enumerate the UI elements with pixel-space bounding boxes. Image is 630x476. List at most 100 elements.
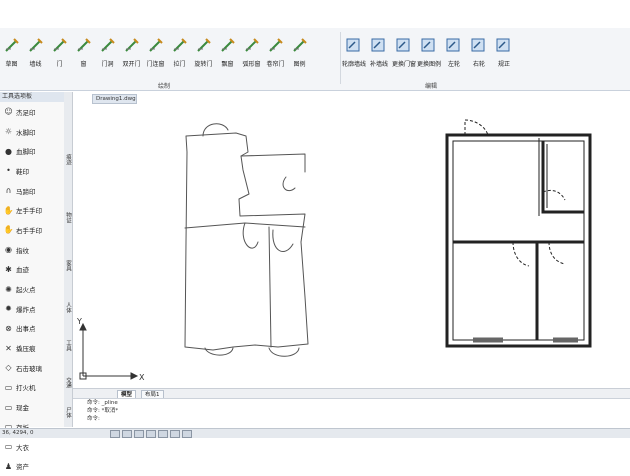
- right-wheel-icon: [470, 34, 488, 56]
- floor-plan: [445, 119, 592, 348]
- lighter-icon: ▭: [4, 382, 13, 392]
- palette-item-label: 现金: [16, 404, 29, 413]
- palette-tab[interactable]: 尸体: [64, 407, 72, 418]
- ucs-x-label: X: [139, 373, 145, 382]
- palette-item[interactable]: ◇ 石击玻璃: [0, 358, 64, 378]
- palette-item[interactable]: ☺ 杰足印: [0, 102, 64, 122]
- incident-point-icon: ⊗: [5, 323, 12, 333]
- palette-item[interactable]: ✋ 右手手印: [0, 220, 64, 240]
- outline-wall-icon: [345, 34, 363, 56]
- footprint-icon: ☺: [4, 107, 13, 117]
- palette-item[interactable]: ✕ 撬压痕: [0, 338, 64, 358]
- wall-icon: [27, 34, 45, 56]
- draw-tool-button-2[interactable]: 门: [48, 34, 71, 74]
- palette-tab[interactable]: 痕迹: [64, 154, 72, 165]
- draw-tool-label: 旋转门: [194, 61, 213, 68]
- ribbon-separator: [340, 32, 341, 84]
- palette-item[interactable]: ✱ 血迹: [0, 260, 64, 280]
- palette-item-label: 杰足印: [16, 108, 36, 117]
- draw-tool-label: 卷帘门: [266, 61, 285, 68]
- palette-tab[interactable]: 人体: [64, 302, 72, 313]
- draw-tool-button-7[interactable]: 拉门: [168, 34, 191, 74]
- palette-item[interactable]: ◉ 指纹: [0, 240, 64, 260]
- drawing-viewport[interactable]: Y X: [73, 92, 630, 382]
- edit-tool-label: 补墙线: [369, 61, 388, 68]
- command-prompt[interactable]: 命令:: [73, 415, 630, 423]
- edit-tool-label: 更换图例: [417, 61, 442, 68]
- ribbon: 草图 墙线 门 窗 门洞 双开门 门连窗 拉门 旋转门 飘窗 弧形窗 卷帘门 图例 轮廓墙线 补墙线 更换门…: [0, 28, 630, 91]
- palette-item[interactable]: ✺ 起火点: [0, 279, 64, 299]
- ucs-y-label: Y: [76, 317, 82, 326]
- palette-tab[interactable]: 交通: [64, 377, 72, 388]
- palette-tab[interactable]: 工具: [64, 340, 72, 351]
- draw-tool-button-1[interactable]: 墙线: [24, 34, 47, 74]
- palette-item[interactable]: ∩ 马蹄印: [0, 181, 64, 201]
- draw-tool-button-4[interactable]: 门洞: [96, 34, 119, 74]
- edit-tool-button-2[interactable]: 更换门窗: [392, 34, 416, 74]
- draw-tool-button-6[interactable]: 门连窗: [144, 34, 167, 74]
- osnap-toggle[interactable]: [158, 430, 168, 438]
- document-tab[interactable]: Drawing1.dwg: [92, 94, 137, 104]
- draw-tool-button-0[interactable]: 草图: [0, 34, 23, 74]
- edit-tool-button-5[interactable]: 右轮: [467, 34, 491, 74]
- snap-toggle[interactable]: [110, 430, 120, 438]
- palette-item-label: 马蹄印: [16, 187, 36, 196]
- status-toggles: [110, 430, 194, 438]
- palette-item[interactable]: • 鞋印: [0, 161, 64, 181]
- palette-item-label: 大衣: [16, 443, 29, 452]
- palette-item[interactable]: ✹ 爆炸点: [0, 299, 64, 319]
- palette-list: ☺ 杰足印 ☼ 水脚印 ● 血脚印 • 鞋印 ∩ 马蹄印 ✋ 左手手印 ✋ 右手手印 ◉ 指纹 ✱ 血迹 ✺ 起火点 ✹…: [0, 102, 64, 476]
- command-history-1: 命令: _pline: [87, 400, 118, 406]
- draw-tool-label: 双开门: [122, 61, 141, 68]
- palette-item-label: 爆炸点: [16, 305, 36, 314]
- draw-tool-button-5[interactable]: 双开门: [120, 34, 143, 74]
- otrack-toggle[interactable]: [170, 430, 180, 438]
- draw-tool-button-10[interactable]: 弧形窗: [240, 34, 263, 74]
- draw-tool-button-9[interactable]: 飘窗: [216, 34, 239, 74]
- palette-item[interactable]: ♟ 资产: [0, 456, 64, 476]
- palette-item-label: 血脚印: [16, 148, 36, 157]
- draw-tool-button-11[interactable]: 卷帘门: [264, 34, 287, 74]
- edit-tools-group: 轮廓墙线 补墙线 更换门窗 更换图例 左轮 右轮 规正: [342, 34, 517, 74]
- draw-tool-button-3[interactable]: 窗: [72, 34, 95, 74]
- door-window-icon: [147, 34, 165, 56]
- palette-item[interactable]: ● 血脚印: [0, 141, 64, 161]
- arc-window-icon: [243, 34, 261, 56]
- palette-tab[interactable]: 家具: [64, 260, 72, 271]
- edit-tool-button-3[interactable]: 更换图例: [417, 34, 441, 74]
- replace-door-icon: [395, 34, 413, 56]
- draw-tool-button-8[interactable]: 旋转门: [192, 34, 215, 74]
- edit-tool-label: 左轮: [447, 61, 460, 68]
- command-line[interactable]: 命令: _pline 命令: *取消* 命令:: [73, 398, 630, 428]
- grid-toggle[interactable]: [122, 430, 132, 438]
- palette-item[interactable]: ▭ 打火机: [0, 378, 64, 398]
- draw-tool-button-12[interactable]: 图例: [288, 34, 311, 74]
- palette-tab[interactable]: 物证: [64, 212, 72, 223]
- edit-tool-button-0[interactable]: 轮廓墙线: [342, 34, 366, 74]
- water-footprint-icon: ☼: [4, 127, 13, 137]
- palette-vertical-tabs: 痕迹物证家具人体工具交通尸体: [64, 92, 73, 427]
- palette-item-label: 出事点: [16, 325, 36, 334]
- palette-item-label: 鞋印: [16, 167, 29, 176]
- draw-tools-group: 草图 墙线 门 窗 门洞 双开门 门连窗 拉门 旋转门 飘窗 弧形窗 卷帘门 图例: [0, 34, 312, 82]
- draw-tool-label: 飘窗: [221, 61, 234, 68]
- coat-icon: ▭: [4, 442, 13, 452]
- polar-toggle[interactable]: [146, 430, 156, 438]
- palette-item[interactable]: ▭ 大衣: [0, 437, 64, 457]
- right-hand-icon: ✋: [3, 225, 14, 235]
- palette-item[interactable]: ✋ 左手手印: [0, 200, 64, 220]
- coordinate-readout: 36, 4294, 0: [2, 430, 34, 436]
- palette-item[interactable]: ☼ 水脚印: [0, 122, 64, 142]
- draw-tool-label: 墙线: [29, 61, 42, 68]
- edit-tool-button-1[interactable]: 补墙线: [367, 34, 391, 74]
- edit-tool-button-4[interactable]: 左轮: [442, 34, 466, 74]
- ucs-icon: [79, 322, 139, 380]
- palette-item-label: 石击玻璃: [16, 364, 42, 373]
- drawing-canvas[interactable]: Y X: [73, 92, 630, 382]
- edit-tool-button-6[interactable]: 规正: [492, 34, 516, 74]
- ortho-toggle[interactable]: [134, 430, 144, 438]
- double-door-icon: [123, 34, 141, 56]
- lineweight-toggle[interactable]: [182, 430, 192, 438]
- palette-item[interactable]: ▭ 现金: [0, 397, 64, 417]
- palette-item[interactable]: ⊗ 出事点: [0, 319, 64, 339]
